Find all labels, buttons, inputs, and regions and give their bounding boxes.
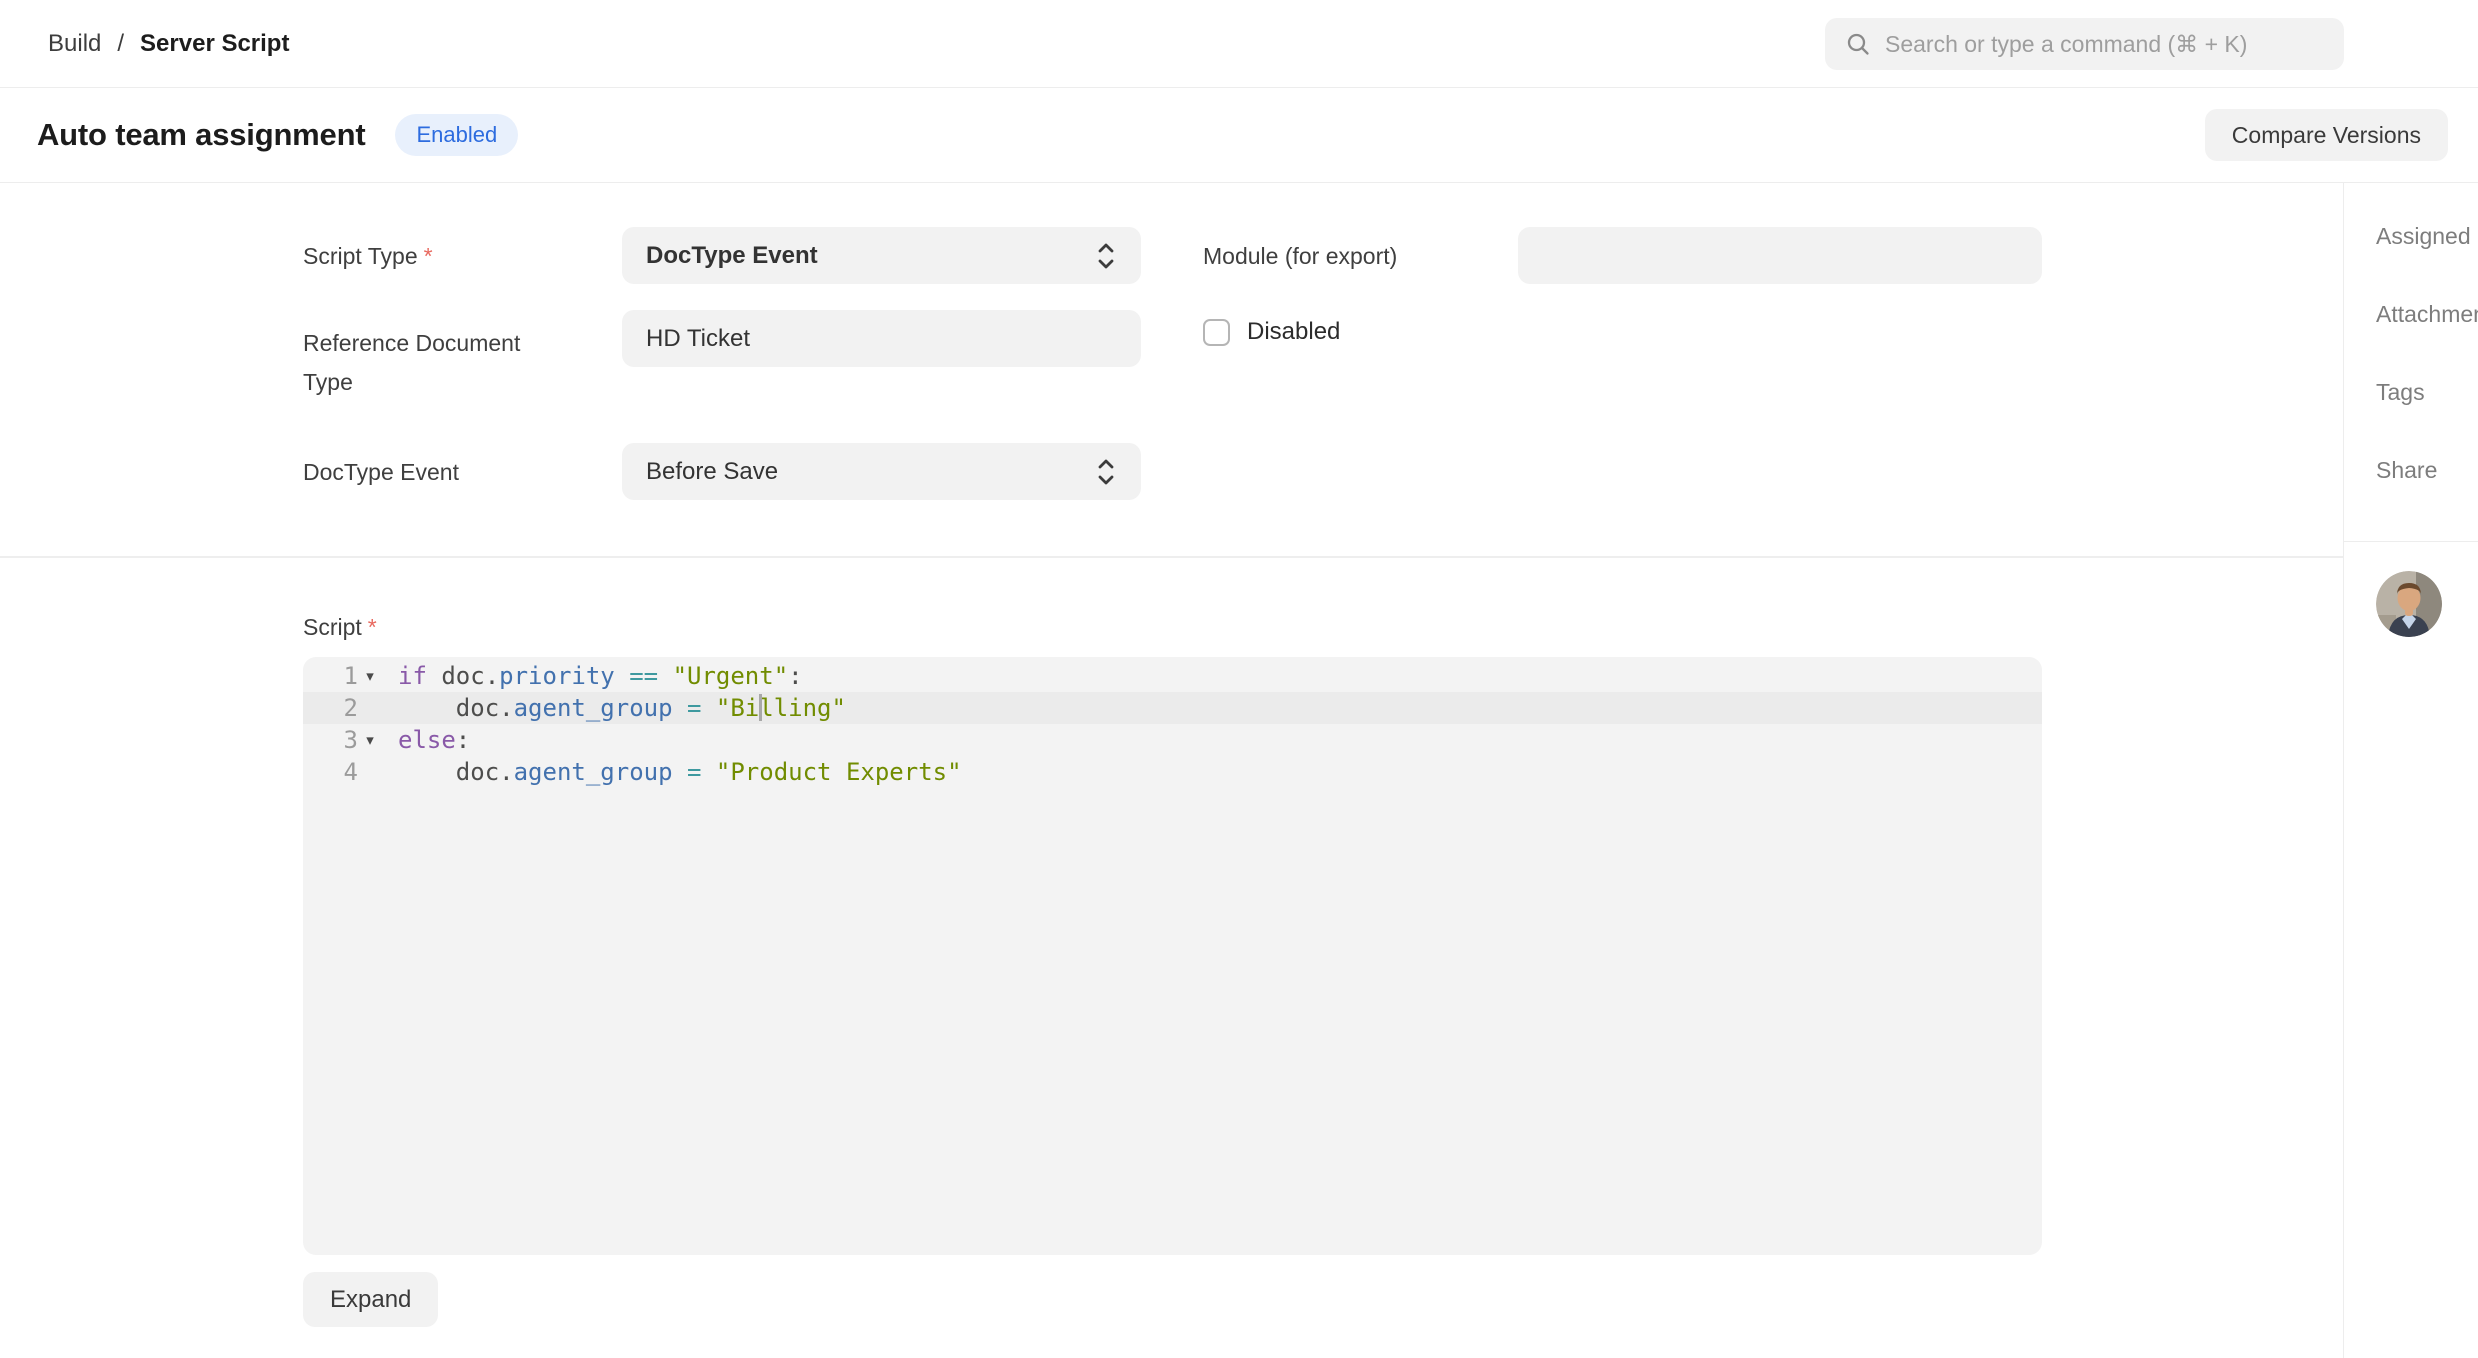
breadcrumb-build[interactable]: Build (48, 30, 101, 58)
server-script-page: Build / Server Script Auto team assignme… (0, 0, 2478, 1358)
code-lines: 1▾if doc.priority == "Urgent":2 doc.agen… (303, 657, 2042, 788)
doctype-event-label: DocType Event (303, 457, 459, 487)
doctype-event-value: Before Save (646, 458, 778, 486)
fold-caret-icon[interactable]: ▾ (358, 667, 382, 685)
required-marker: * (368, 614, 377, 640)
token-keyword: else (398, 726, 456, 754)
token-plain: doc. (427, 662, 499, 690)
code-line-2[interactable]: 2 doc.agent_group = "Billing" (303, 692, 2042, 724)
document-header: Auto team assignment Enabled Compare Ver… (0, 88, 2478, 183)
token-plain: : (788, 662, 802, 690)
breadcrumb-separator: / (117, 30, 124, 58)
token-attr: agent_group (514, 694, 673, 722)
disabled-checkbox[interactable] (1203, 319, 1230, 346)
right-sidebar: Assigned Attachments Tags Share (2343, 183, 2478, 1358)
token-plain: : (456, 726, 470, 754)
reference-doctype-value: HD Ticket (646, 325, 750, 353)
sidebar-items: Assigned Attachments Tags Share (2344, 183, 2478, 484)
token-string: "Product Experts" (716, 758, 962, 786)
code-line-3[interactable]: 3▾ else: (303, 724, 2042, 756)
token-string: "Billing" (716, 694, 846, 722)
script-type-select[interactable]: DocType Event (622, 227, 1141, 284)
code-text: doc.agent_group = "Product Experts" (398, 758, 962, 786)
module-input[interactable] (1518, 227, 2042, 284)
script-type-label: Script Type* (303, 241, 433, 271)
select-chevrons-icon (1095, 456, 1117, 488)
code-line-1[interactable]: 1▾ if doc.priority == "Urgent": (303, 660, 2042, 692)
token-string: "Urgent" (673, 662, 789, 690)
navbar: Build / Server Script (0, 0, 2478, 88)
breadcrumb-server-script[interactable]: Server Script (140, 30, 289, 58)
command-search-bar[interactable] (1825, 18, 2344, 70)
line-number: 3 (303, 726, 358, 754)
sidebar-divider (2344, 541, 2478, 542)
token-plain (615, 662, 629, 690)
doctype-event-select[interactable]: Before Save (622, 443, 1141, 500)
breadcrumb: Build / Server Script (48, 30, 289, 58)
line-number: 4 (303, 758, 358, 786)
search-input[interactable] (1885, 31, 2326, 58)
token-keyword: if (398, 662, 427, 690)
sidebar-item-tags[interactable]: Tags (2344, 378, 2478, 406)
select-chevrons-icon (1095, 240, 1117, 272)
section-divider (0, 556, 2343, 558)
token-plain (701, 694, 715, 722)
script-label: Script* (303, 612, 377, 642)
status-badge: Enabled (395, 114, 518, 156)
reference-doctype-input[interactable]: HD Ticket (622, 310, 1141, 367)
code-editor[interactable]: 1▾if doc.priority == "Urgent":2 doc.agen… (303, 657, 2042, 1255)
token-plain: doc. (398, 694, 514, 722)
token-operator: == (629, 662, 658, 690)
expand-button[interactable]: Expand (303, 1272, 438, 1327)
sidebar-item-assigned[interactable]: Assigned (2344, 222, 2478, 250)
code-text: else: (398, 726, 470, 754)
search-icon (1845, 31, 1871, 57)
token-attr: agent_group (514, 758, 673, 786)
line-number: 1 (303, 662, 358, 690)
line-number: 2 (303, 694, 358, 722)
script-type-value: DocType Event (646, 242, 818, 270)
code-text: if doc.priority == "Urgent": (398, 662, 803, 690)
user-avatar[interactable] (2376, 571, 2442, 637)
required-marker: * (424, 243, 433, 269)
code-line-4[interactable]: 4 doc.agent_group = "Product Experts" (303, 756, 2042, 788)
token-plain (673, 694, 687, 722)
token-plain (673, 758, 687, 786)
fold-caret-icon[interactable]: ▾ (358, 731, 382, 749)
sidebar-item-share[interactable]: Share (2344, 456, 2478, 484)
token-operator: = (687, 694, 701, 722)
token-plain (701, 758, 715, 786)
compare-versions-button[interactable]: Compare Versions (2205, 109, 2448, 161)
disabled-label: Disabled (1247, 318, 1340, 346)
reference-doctype-label: Reference Document Type (303, 324, 573, 402)
token-plain (658, 662, 672, 690)
text-cursor (759, 694, 762, 721)
sidebar-item-attachments[interactable]: Attachments (2344, 300, 2478, 328)
token-attr: priority (499, 662, 615, 690)
disabled-checkbox-row[interactable]: Disabled (1203, 318, 1340, 346)
token-operator: = (687, 758, 701, 786)
page-title: Auto team assignment (37, 117, 365, 153)
module-label: Module (for export) (1203, 241, 1397, 271)
code-text: doc.agent_group = "Billing" (398, 694, 846, 722)
token-plain: doc. (398, 758, 514, 786)
